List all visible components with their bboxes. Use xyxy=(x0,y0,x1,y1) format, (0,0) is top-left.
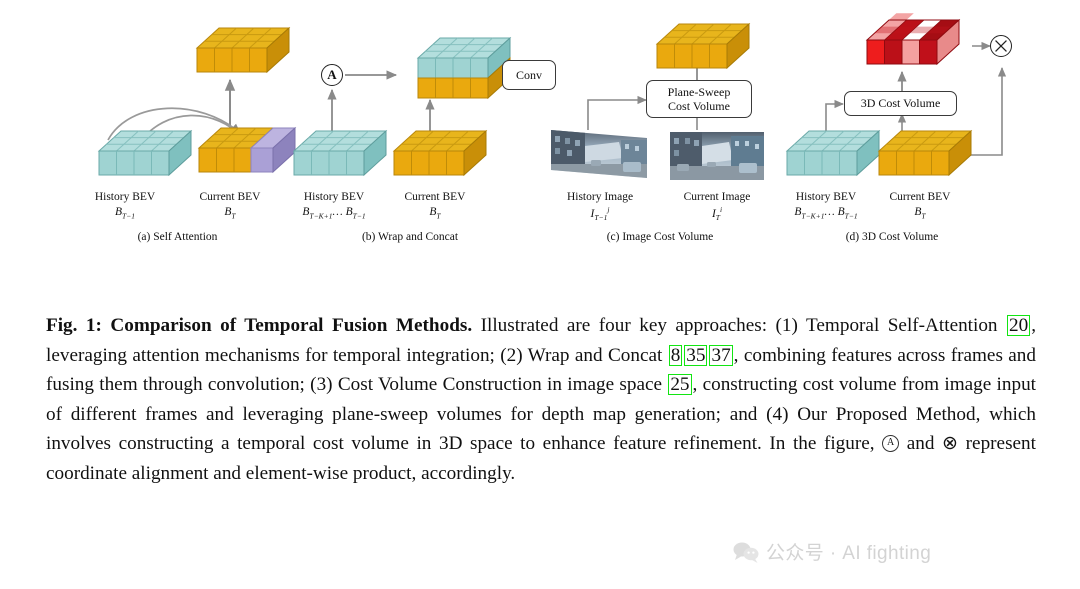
citation-8[interactable]: 8 xyxy=(668,344,683,366)
caption-t5: and xyxy=(899,433,943,455)
panel-caption-d: (d) 3D Cost Volume xyxy=(845,231,939,243)
panel-b-wrap-concat: A Conv History BEV BT−K+1… BT−1 Current … xyxy=(290,0,556,260)
cross-glyph xyxy=(995,40,1007,52)
figure-page: History BEV BT−1 Current BEV BT (a) Self… xyxy=(0,0,1080,589)
plane-sweep-line2: Cost Volume xyxy=(668,99,730,113)
plane-sweep-line1: Plane-Sweep xyxy=(667,84,731,99)
current-bev-slab-d xyxy=(857,125,982,187)
elementwise-product-icon-d xyxy=(990,35,1012,57)
citation-20[interactable]: 20 xyxy=(1007,315,1031,337)
panel-a-self-attention: History BEV BT−1 Current BEV BT (a) Self… xyxy=(55,0,300,260)
citation-37[interactable]: 37 xyxy=(709,344,733,366)
cost-volume-output-slab-d xyxy=(845,13,980,76)
label-current-bev-d: Current BEV BT xyxy=(889,191,951,221)
watermark: 公众号 · AI fighting xyxy=(733,538,931,565)
output-bev-slab-a xyxy=(175,22,300,84)
watermark-text: 公众号 · AI fighting xyxy=(766,543,932,564)
label-current-image-c: Current Image ITi xyxy=(683,191,751,223)
alignment-operator-icon-b: A xyxy=(321,64,343,86)
figure-caption: Fig. 1: Comparison of Temporal Fusion Me… xyxy=(46,311,1036,488)
label-current-bev-b: Current BEV BT xyxy=(404,191,466,221)
citation-25[interactable]: 25 xyxy=(668,374,692,396)
panel-caption-c: (c) Image Cost Volume xyxy=(606,231,714,243)
inline-product-icon: ⊗ xyxy=(942,433,959,455)
inline-alignment-icon: A xyxy=(882,435,900,453)
figure-diagram: History BEV BT−1 Current BEV BT (a) Self… xyxy=(0,0,1080,260)
panel-caption-b: (b) Wrap and Concat xyxy=(361,231,459,243)
plane-sweep-cost-volume-box: Plane-Sweep Cost Volume xyxy=(646,80,752,118)
caption-lead: Fig. 1: Comparison of Temporal Fusion Me… xyxy=(46,315,473,337)
3d-cost-volume-box: 3D Cost Volume xyxy=(844,91,957,116)
panel-caption-a: (a) Self Attention xyxy=(137,231,218,243)
panel-c-image-cost-volume: Plane-Sweep Cost Volume History Image IT… xyxy=(545,0,775,260)
current-bev-slab-b xyxy=(372,125,497,187)
history-image-photo xyxy=(547,124,653,187)
panel-d-3d-cost-volume: 3D Cost Volume History BEV BT−K+1… BT−1 … xyxy=(775,0,1065,260)
wechat-icon xyxy=(733,542,759,563)
citation-35[interactable]: 35 xyxy=(684,344,708,366)
label-history-image-c: History Image IT−1j xyxy=(566,191,634,223)
output-cost-volume-slab-c xyxy=(635,18,760,80)
caption-t1: Illustrated are four key approaches: (1)… xyxy=(472,315,1007,337)
label-history-bev-a: History BEV BT−1 xyxy=(94,191,156,221)
current-image-photo xyxy=(667,128,767,189)
